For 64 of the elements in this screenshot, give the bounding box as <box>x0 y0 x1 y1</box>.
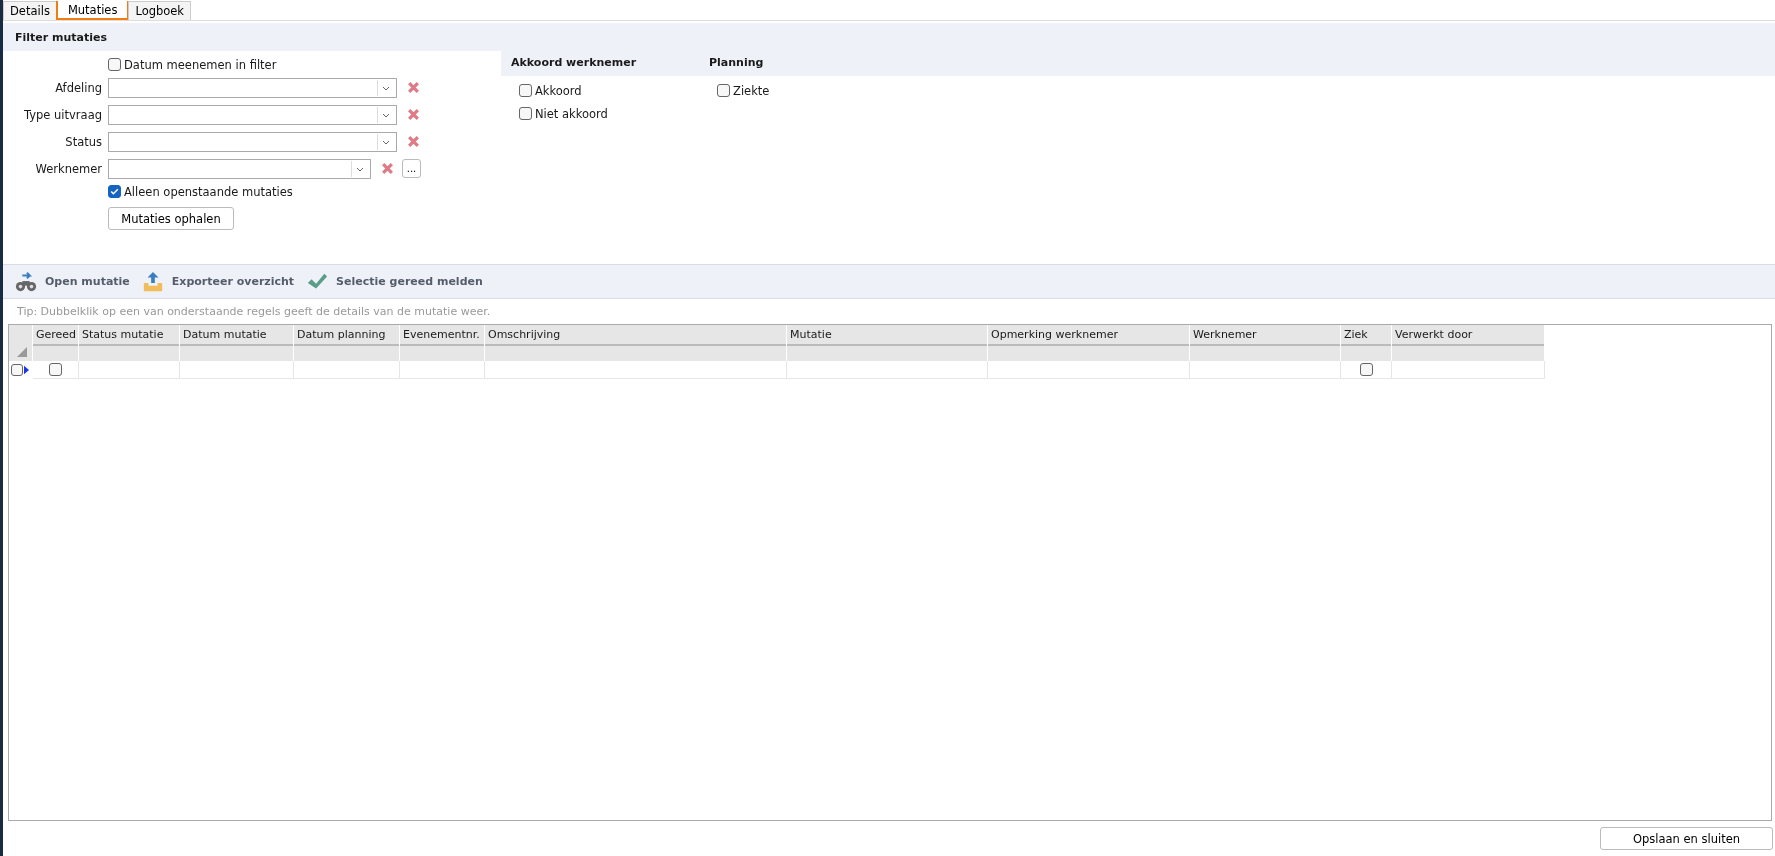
checkbox[interactable] <box>108 185 121 198</box>
dropdown-field[interactable] <box>108 104 397 125</box>
column-header[interactable]: Opmerking werknemer <box>988 325 1189 346</box>
column-filter-cell[interactable] <box>485 346 786 361</box>
column-header[interactable]: Datum mutatie <box>180 325 293 346</box>
clear-icon[interactable] <box>381 162 394 175</box>
column-filter-cell[interactable] <box>988 346 1189 361</box>
dropdown-field[interactable] <box>108 158 371 179</box>
checkbox-label: Niet akkoord <box>535 106 608 121</box>
field-label: Status <box>64 134 103 149</box>
checkbox[interactable] <box>1359 363 1373 376</box>
section-title: Filter mutaties <box>15 30 108 44</box>
dropdown-field[interactable] <box>108 131 397 152</box>
checkbox-label: Akkoord <box>535 83 582 98</box>
group-title: Akkoord werknemer <box>511 56 637 69</box>
column-filter-cell[interactable] <box>400 346 484 361</box>
upload-tray-icon <box>141 270 164 293</box>
fetch-button[interactable]: Mutaties ophalen <box>108 207 234 230</box>
column-header[interactable]: Ziek <box>1341 325 1391 346</box>
row-pointer-icon <box>24 365 29 375</box>
checkbox[interactable] <box>519 84 532 97</box>
field-label: Werknemer <box>34 161 103 176</box>
checkbox-label: Ziekte <box>733 83 770 98</box>
column-header[interactable]: Verwerkt door <box>1392 325 1544 346</box>
tip-text: Tip: Dubbelklik op een van onderstaande regels geeft de details van de mutatie weer. <box>16 304 492 320</box>
checkbox[interactable] <box>717 84 730 97</box>
save-button[interactable]: Opslaan en sluiten <box>1600 827 1773 850</box>
checkbox[interactable] <box>108 58 121 71</box>
clear-icon[interactable] <box>407 135 420 148</box>
column-header[interactable]: Datum planning <box>294 325 399 346</box>
group-title: Planning <box>709 56 764 69</box>
toolbar-button[interactable]: Exporteer overzicht <box>141 270 295 293</box>
column-filter-cell[interactable] <box>180 346 293 361</box>
toolbar-button[interactable]: Open mutatie <box>15 270 130 293</box>
column-filter-cell[interactable] <box>294 346 399 361</box>
checkbox-label: Datum meenemen in filter <box>124 57 277 72</box>
row-checkbox[interactable] <box>11 364 23 376</box>
column-header[interactable]: Mutatie <box>787 325 987 346</box>
tab[interactable]: Details <box>3 1 57 20</box>
column-filter-cell[interactable] <box>787 346 987 361</box>
checkbox[interactable] <box>49 363 62 376</box>
column-header[interactable]: Werknemer <box>1190 325 1340 346</box>
corner-triangle-icon <box>16 347 27 357</box>
clear-icon[interactable] <box>407 108 420 121</box>
column-filter-cell[interactable] <box>33 346 78 361</box>
column-header[interactable]: Gereed <box>33 325 78 346</box>
tab[interactable]: Logboek <box>128 1 192 20</box>
field-label: Afdeling <box>54 80 103 95</box>
column-header[interactable]: Status mutatie <box>79 325 179 346</box>
checkbox-label: Alleen openstaande mutaties <box>124 184 293 199</box>
column-filter-cell[interactable] <box>79 346 179 361</box>
dropdown-field[interactable] <box>108 77 397 98</box>
column-filter-cell[interactable] <box>1392 346 1544 361</box>
clear-icon[interactable] <box>407 81 420 94</box>
toolbar-button[interactable]: Selectie gereed melden <box>306 270 483 293</box>
field-label: Type uitvraag <box>23 107 103 122</box>
column-filter-cell[interactable] <box>1190 346 1340 361</box>
tab[interactable]: Mutaties <box>55 1 130 20</box>
binoculars-icon <box>15 270 37 293</box>
column-header[interactable]: Evenementnr. <box>400 325 484 346</box>
column-header[interactable]: Omschrijving <box>485 325 786 346</box>
checkbox[interactable] <box>519 107 532 120</box>
column-filter-cell[interactable] <box>1341 346 1391 361</box>
browse-button[interactable]: ... <box>402 159 421 178</box>
